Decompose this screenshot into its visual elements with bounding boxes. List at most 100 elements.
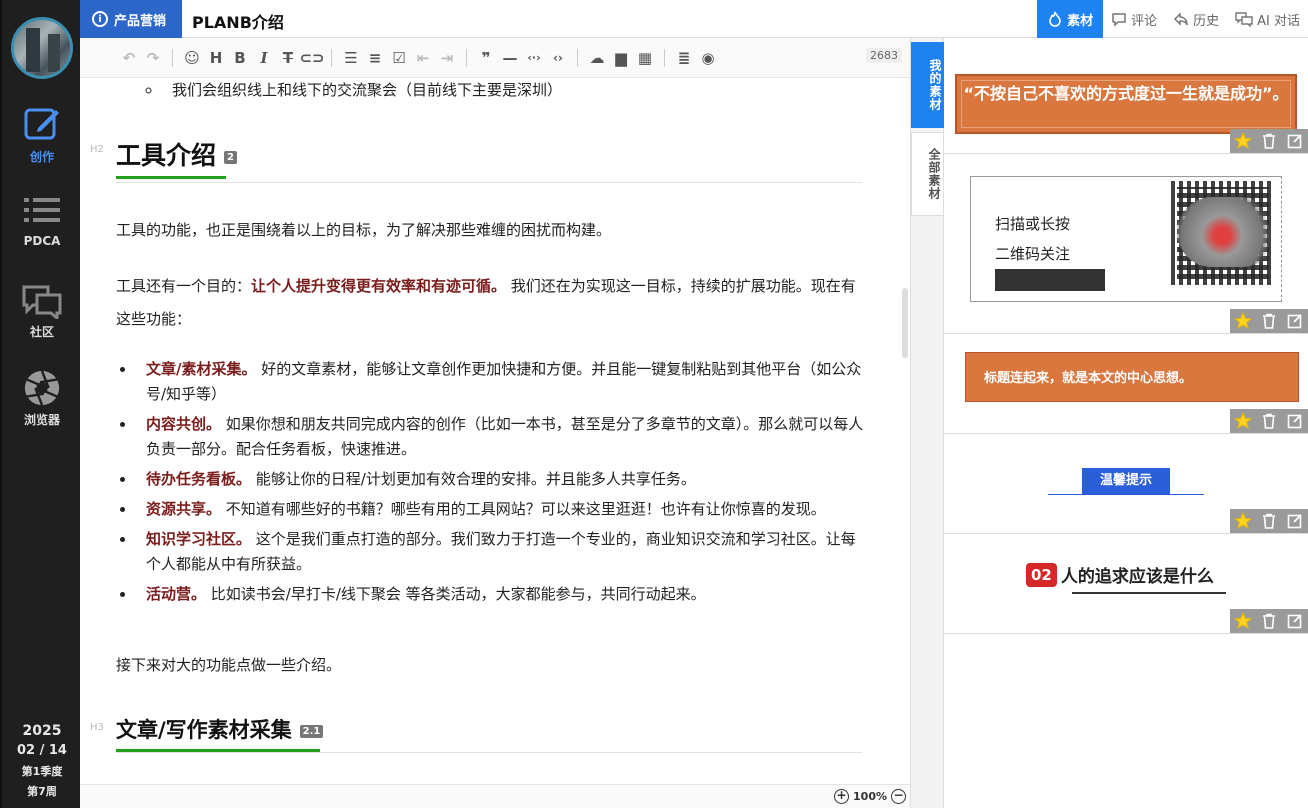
italic-icon[interactable]: I	[253, 47, 275, 69]
nav-create[interactable]: 创作	[2, 104, 82, 165]
document-title[interactable]: PLANB介绍	[192, 9, 284, 33]
heading-text: 文章/写作素材采集	[116, 718, 292, 742]
trash-icon[interactable]	[1260, 612, 1278, 630]
preview-eye-icon[interactable]: ◉	[697, 47, 719, 69]
code-block-icon[interactable]: ‹›	[547, 47, 569, 69]
tab-materials[interactable]: 素材	[1037, 0, 1104, 38]
edit-icon[interactable]	[1286, 412, 1304, 430]
fire-icon	[1049, 11, 1061, 27]
paragraph-text: 工具还有一个目的：	[116, 277, 252, 295]
zoom-out-icon[interactable]: −	[891, 789, 906, 804]
undo-icon[interactable]: ↶	[118, 47, 140, 69]
list-item: 待办任务看板。 能够让你的日程/计划更加有效合理的安排。并且能多人共享任务。	[136, 467, 866, 492]
editor-scrollbar[interactable]	[902, 288, 908, 358]
tab-comments-label: 评论	[1131, 13, 1158, 29]
edit-icon[interactable]	[1286, 132, 1304, 150]
avatar[interactable]	[11, 17, 73, 79]
word-count: 2683	[866, 48, 902, 63]
trash-icon[interactable]	[1260, 412, 1278, 430]
camera-icon[interactable]: ▆	[610, 47, 632, 69]
feature-desc: 比如读书会/早打卡/线下聚会 等各类活动，大家都能参与，共同行动起来。	[206, 585, 706, 603]
list-item: 我们会组织线上和线下的交流聚会（目前线下主要是深圳）	[162, 78, 892, 103]
title-text: 人的追求应该是什么	[1060, 567, 1214, 587]
feature-name: 文章/素材采集。	[146, 360, 257, 378]
trash-icon[interactable]	[1260, 512, 1278, 530]
checklist-icon[interactable]: ☑	[388, 47, 410, 69]
material-card[interactable]: 扫描或长按 二维码关注	[944, 154, 1308, 334]
tab-materials-label: 素材	[1067, 13, 1094, 29]
status-bar: + 100% −	[80, 784, 910, 808]
tab-history[interactable]: 历史	[1165, 0, 1227, 38]
feature-name: 内容共创。	[146, 415, 222, 433]
redo-icon[interactable]: ↷	[142, 47, 164, 69]
panel-tabs: 素材 评论 历史 AI 对话	[1037, 0, 1308, 38]
inline-code-icon[interactable]: ‹·›	[523, 47, 545, 69]
star-icon[interactable]	[1234, 512, 1252, 530]
zoom-level: 100%	[853, 790, 887, 803]
edit-icon[interactable]	[1286, 512, 1304, 530]
heading-text: 工具介绍	[116, 141, 217, 170]
aperture-icon	[24, 370, 60, 406]
top-bar: i 产品营销 PLANB介绍 素材 评论 历史 AI 对话	[80, 0, 1308, 38]
editor-content[interactable]: 我们会组织线上和线下的交流聚会（目前线下主要是深圳） H2 工具介绍 2 工具的功…	[80, 78, 910, 784]
list-item: 内容共创。 如果你想和朋友共同完成内容的创作（比如一本书，甚至是分了多章节的文章…	[136, 412, 866, 462]
toolbar-divider	[466, 48, 467, 67]
star-icon[interactable]	[1234, 132, 1252, 150]
section-heading-h3: 文章/写作素材采集 2.1	[116, 714, 324, 744]
heading-number-badge: 2	[224, 150, 237, 164]
edit-icon[interactable]	[1286, 312, 1304, 330]
horizontal-rule-icon[interactable]: —	[499, 47, 521, 69]
star-icon[interactable]	[1234, 612, 1252, 630]
emoji-icon[interactable]: ☺	[181, 47, 203, 69]
toolbar-divider	[664, 48, 665, 67]
bold-icon[interactable]: B	[229, 47, 251, 69]
category-label: 产品营销	[114, 13, 167, 29]
nav-create-label: 创作	[29, 150, 54, 164]
quote-icon[interactable]: ❞	[475, 47, 497, 69]
blurred-name-bar	[995, 269, 1105, 291]
tab-all-materials[interactable]: 全部素材	[911, 132, 944, 216]
trash-icon[interactable]	[1260, 312, 1278, 330]
material-card[interactable]: 标题连起来，就是本文的中心思想。	[944, 334, 1308, 434]
feature-name: 资源共享。	[146, 500, 222, 518]
material-card[interactable]: 温馨提示	[944, 434, 1308, 534]
category-crumb[interactable]: i 产品营销	[80, 0, 182, 38]
section-heading-h2: 工具介绍 2	[116, 136, 237, 172]
star-icon[interactable]	[1234, 312, 1252, 330]
tab-my-materials[interactable]: 我的素材	[911, 42, 944, 128]
nav-community[interactable]: 社区	[2, 283, 82, 340]
tab-comments[interactable]: 评论	[1103, 0, 1165, 38]
h3-marker: H3	[90, 722, 104, 733]
feature-name: 活动营。	[146, 585, 207, 603]
material-card[interactable]: 02 人的追求应该是什么	[944, 534, 1308, 634]
outdent-icon[interactable]: ⇤	[412, 47, 434, 69]
align-center-icon[interactable]: ≣	[673, 47, 695, 69]
link-icon[interactable]: ⊂⊃	[299, 47, 324, 69]
upload-icon[interactable]: ☁	[586, 47, 608, 69]
indent-icon[interactable]: ⇥	[436, 47, 458, 69]
left-sidebar: 创作 PDCA 社区 浏览器 2025 02 / 14 第1季度 第7周	[0, 0, 80, 808]
edit-icon[interactable]	[1286, 612, 1304, 630]
nav-browser[interactable]: 浏览器	[2, 369, 82, 428]
star-icon[interactable]	[1234, 412, 1252, 430]
zoom-in-icon[interactable]: +	[834, 789, 850, 804]
material-card[interactable]: “不按自己不喜欢的方式度过一生就是成功”。	[944, 38, 1308, 154]
feature-desc: 如果你想和朋友共同完成内容的创作（比如一本书，甚至是分了多章节的文章）。那么就可…	[146, 415, 864, 458]
blurred-logo	[1177, 197, 1277, 267]
trash-icon[interactable]	[1260, 132, 1278, 150]
card-actions	[1230, 409, 1308, 433]
material-side-tabs: 我的素材 全部素材	[910, 38, 944, 808]
strikethrough-icon[interactable]: T	[277, 47, 299, 69]
ordered-list-icon[interactable]: ≡	[364, 47, 386, 69]
comment-icon	[1112, 13, 1126, 27]
nav-pdca[interactable]: PDCA	[2, 196, 82, 248]
nav-browser-label: 浏览器	[23, 413, 60, 427]
heading-icon[interactable]: H	[205, 47, 227, 69]
bullet-list-icon[interactable]: ☰	[340, 47, 362, 69]
qr-line1: 扫描或长按	[995, 215, 1071, 233]
paragraph: 工具还有一个目的：让个人提升变得更有效率和有迹可循。 我们还在为实现这一目标，持…	[116, 270, 864, 336]
paragraph-emphasis: 让个人提升变得更有效率和有迹可循。	[251, 277, 507, 295]
feature-desc: 不知道有哪些好的书籍？哪些有用的工具网站？可以来这里逛逛！也许有让你惊喜的发现。	[221, 500, 826, 518]
table-icon[interactable]: ▦	[634, 47, 656, 69]
tab-ai-chat[interactable]: AI 对话	[1227, 0, 1308, 38]
